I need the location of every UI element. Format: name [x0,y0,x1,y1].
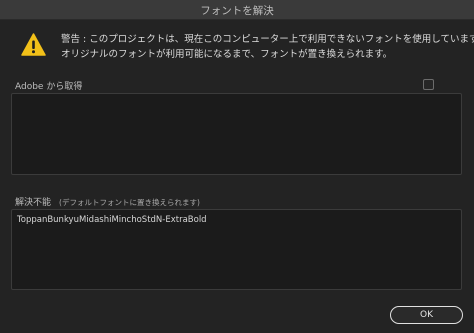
adobe-activate-checkbox[interactable] [423,79,434,90]
warning-line-1: 警告 : このプロジェクトは、現在このコンピューター上で利用できないフォントを使… [61,34,474,45]
ok-button[interactable]: OK [390,306,463,324]
title-bar[interactable]: フォントを解決 [0,0,474,20]
warning-message: 警告 : このプロジェクトは、現在このコンピューター上で利用できないフォントを使… [61,32,474,62]
resolve-fonts-dialog: フォントを解決 警告 : このプロジェクトは、現在このコンピューター上で利用でき… [0,0,474,333]
dialog-title: フォントを解決 [200,5,274,17]
warning-icon [21,33,46,56]
unresolved-fonts-list[interactable]: ToppanBunkyuMidashiMinchoStdN-ExtraBold [11,209,462,290]
adobe-section-title: Adobe から取得 [15,82,83,92]
list-item[interactable]: ToppanBunkyuMidashiMinchoStdN-ExtraBold [17,215,207,225]
adobe-section-label: Adobe から取得 [15,79,82,92]
unresolved-section-title: 解決不能 [15,198,52,208]
adobe-fonts-list[interactable] [11,93,462,175]
warning-line-2: オリジナルのフォントが利用可能になるまで、フォントが置き換えられます。 [61,49,393,60]
unresolved-section-sublabel: (デフォルトフォントに置き換えられます) [59,198,200,207]
unresolved-section-label: 解決不能 (デフォルトフォントに置き換えられます) [15,195,200,208]
